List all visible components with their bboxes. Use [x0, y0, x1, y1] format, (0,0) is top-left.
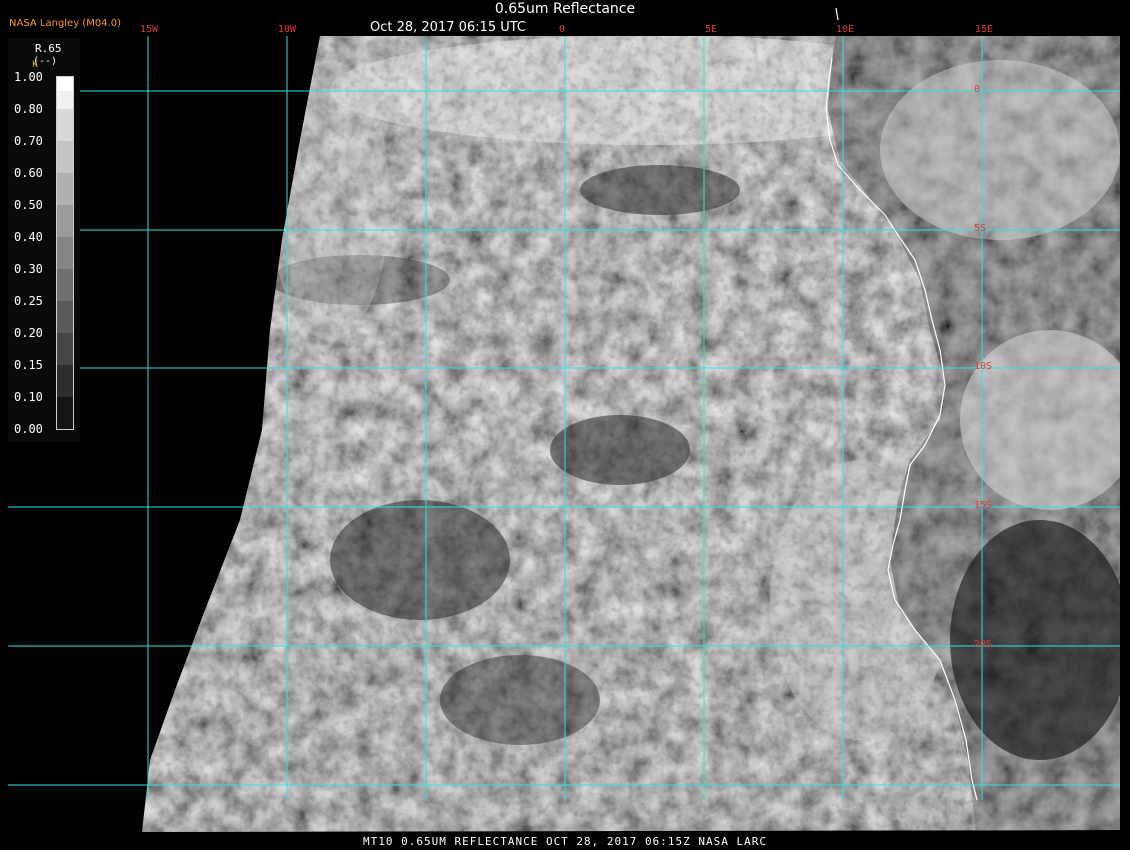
legend-tick: 0.25 [14, 294, 43, 308]
legend-tick: 0.00 [14, 422, 43, 436]
legend-title: R.65 [35, 42, 62, 55]
lon-label-5e: 5E [705, 24, 718, 35]
lon-label-10e: 10E [836, 24, 855, 35]
legend-tick: 1.00 [14, 70, 43, 84]
lat-label-5s: 5S [974, 223, 987, 234]
legend-tick: 0.30 [14, 262, 43, 276]
map-title: 0.65um Reflectance [494, 1, 636, 17]
lat-label-15s: 15S [974, 500, 993, 511]
lon-label-10w: 10W [278, 24, 297, 35]
lat-label-10s: 10S [974, 361, 993, 372]
legend-tick: 0.60 [14, 166, 43, 180]
lon-label-15e: 15E [975, 24, 994, 35]
legend-tick: 0.40 [14, 230, 43, 244]
legend-tick: 0.50 [14, 198, 43, 212]
legend-tick: 0.10 [14, 390, 43, 404]
footer-caption: MT10 0.65UM REFLECTANCE OCT 28, 2017 06:… [363, 835, 767, 848]
lat-label-0: 0 [974, 84, 981, 95]
map-timestamp: Oct 28, 2017 06:15 UTC [370, 20, 526, 35]
satellite-image [0, 0, 1130, 850]
lat-label-20s: 20S [974, 639, 993, 650]
lon-label-15w: 15W [140, 24, 159, 35]
legend-tick: 0.70 [14, 134, 43, 148]
legend-tick: 0.80 [14, 102, 43, 116]
legend-tick: 0.15 [14, 358, 43, 372]
legend-tick: 0.20 [14, 326, 43, 340]
lon-label-0: 0 [559, 24, 566, 35]
legend-color-bar [56, 76, 74, 430]
legend-side-mark: K [32, 60, 38, 70]
source-label: NASA Langley (M04.0) [9, 18, 121, 29]
